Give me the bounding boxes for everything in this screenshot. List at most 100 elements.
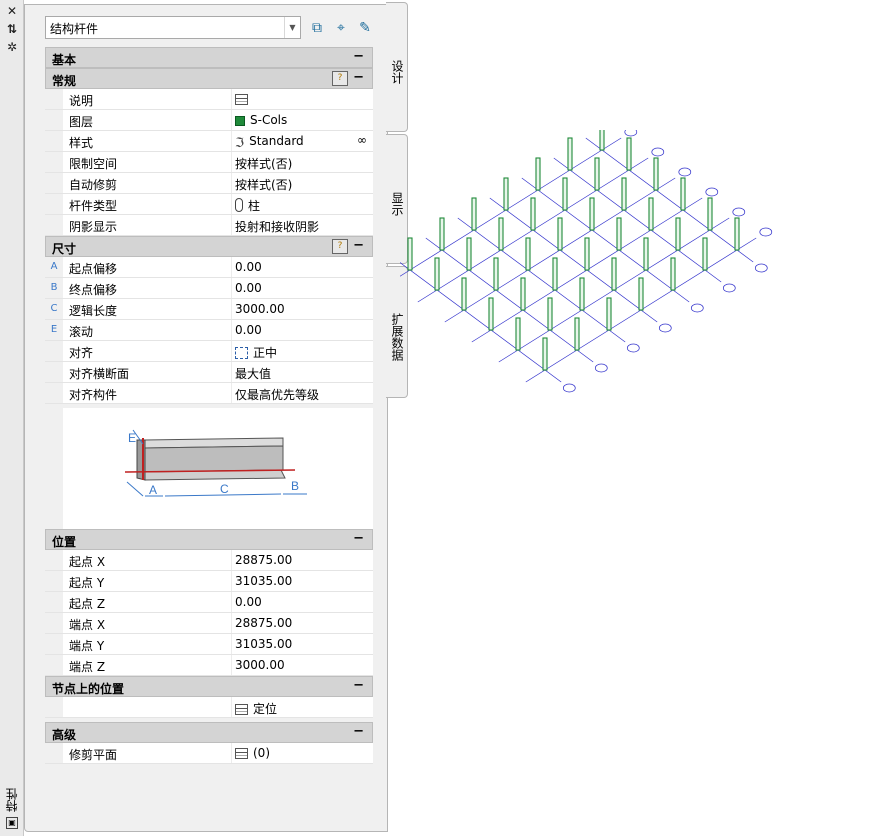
collapse-icon[interactable]: − xyxy=(353,724,364,739)
gear-icon[interactable]: ✲ xyxy=(5,40,19,54)
structural-column[interactable] xyxy=(466,237,472,271)
structural-column[interactable] xyxy=(515,317,521,351)
structural-column[interactable] xyxy=(675,217,681,251)
prop-end-y[interactable]: 端点 Y 31035.00 xyxy=(45,634,373,655)
tab-design[interactable]: 设计 xyxy=(386,2,408,132)
quick-select-icon[interactable]: ⧉ xyxy=(307,18,327,38)
structural-column[interactable] xyxy=(638,277,644,311)
chevron-down-icon[interactable]: ▼ xyxy=(284,17,300,38)
structural-column[interactable] xyxy=(616,217,622,251)
prop-justify-section[interactable]: 对齐横断面 最大值 xyxy=(45,362,373,383)
prop-trim-planes[interactable]: 修剪平面 (0) xyxy=(45,743,373,764)
structural-column[interactable] xyxy=(594,157,600,191)
model-viewport[interactable] xyxy=(400,130,882,460)
prop-shadow-display[interactable]: 阴影显示 投射和接收阴影 xyxy=(45,215,373,236)
structural-column[interactable] xyxy=(702,237,708,271)
structural-column[interactable] xyxy=(648,197,654,231)
structural-column[interactable] xyxy=(439,217,445,251)
toggle-pickadd-icon[interactable]: ✎ xyxy=(355,18,375,38)
structural-column[interactable] xyxy=(621,177,627,211)
structural-column[interactable] xyxy=(653,157,659,191)
section-dimensions[interactable]: 尺寸 ? − xyxy=(45,236,373,257)
structural-column[interactable] xyxy=(584,237,590,271)
structural-column[interactable] xyxy=(434,257,440,291)
collapse-icon[interactable]: − xyxy=(353,678,364,693)
structural-column[interactable] xyxy=(611,257,617,291)
structural-column[interactable] xyxy=(670,257,676,291)
structural-column[interactable] xyxy=(557,217,563,251)
prop-value: 31035.00 xyxy=(235,574,293,588)
structural-column[interactable] xyxy=(707,197,713,231)
prop-value: 3000.00 xyxy=(235,658,285,672)
structural-column[interactable] xyxy=(503,177,509,211)
prop-label: 限制空间 xyxy=(69,157,118,171)
table-icon[interactable] xyxy=(235,94,248,105)
structural-column[interactable] xyxy=(574,317,580,351)
structural-column[interactable] xyxy=(643,237,649,271)
section-advanced[interactable]: 高级 − xyxy=(45,722,373,743)
structural-column[interactable] xyxy=(498,217,504,251)
prop-justify[interactable]: 对齐 正中 xyxy=(45,341,373,362)
table-icon[interactable] xyxy=(235,748,248,759)
structural-column[interactable] xyxy=(579,277,585,311)
prop-node-anchor[interactable]: 定位 xyxy=(45,697,373,718)
collapse-icon[interactable]: − xyxy=(353,238,364,253)
structural-column[interactable] xyxy=(461,277,467,311)
structural-column[interactable] xyxy=(471,197,477,231)
structural-column[interactable] xyxy=(535,157,541,191)
prop-start-x[interactable]: 起点 X 28875.00 xyxy=(45,550,373,571)
prop-layer[interactable]: 图层 S-Cols xyxy=(45,110,373,131)
structural-column[interactable] xyxy=(547,297,553,331)
prop-member-type[interactable]: 杆件类型 柱 xyxy=(45,194,373,215)
prop-style[interactable]: 样式 ℑ Standard ∞ xyxy=(45,131,373,152)
prop-end-offset[interactable]: B 终点偏移 0.00 xyxy=(45,278,373,299)
close-icon[interactable]: ✕ xyxy=(5,4,19,18)
structural-column[interactable] xyxy=(488,297,494,331)
section-node-location[interactable]: 节点上的位置 − xyxy=(45,676,373,697)
structural-column[interactable] xyxy=(626,137,632,171)
prop-start-offset[interactable]: A 起点偏移 0.00 xyxy=(45,257,373,278)
structural-column[interactable] xyxy=(734,217,740,251)
prop-roll[interactable]: E 滚动 0.00 xyxy=(45,320,373,341)
prop-logical-length[interactable]: C 逻辑长度 3000.00 xyxy=(45,299,373,320)
prop-auto-trim[interactable]: 自动修剪 按样式(否) xyxy=(45,173,373,194)
binoculars-icon[interactable]: ∞ xyxy=(357,133,367,147)
dim-label-e: E xyxy=(128,431,136,445)
prop-start-z[interactable]: 起点 Z 0.00 xyxy=(45,592,373,613)
quick-properties-icon[interactable]: ? xyxy=(332,71,348,86)
prop-bound-spaces[interactable]: 限制空间 按样式(否) xyxy=(45,152,373,173)
palette-menu-icon[interactable]: ▣ xyxy=(6,817,18,829)
structural-column[interactable] xyxy=(562,177,568,211)
prop-label: 修剪平面 xyxy=(69,748,118,762)
prop-end-z[interactable]: 端点 Z 3000.00 xyxy=(45,655,373,676)
structural-column[interactable] xyxy=(525,237,531,271)
section-basic[interactable]: 基本 − xyxy=(45,47,373,68)
section-general[interactable]: 常规 ? − xyxy=(45,68,373,89)
table-icon[interactable] xyxy=(235,704,248,715)
select-objects-icon[interactable]: ⌖ xyxy=(331,18,351,38)
structural-column[interactable] xyxy=(589,197,595,231)
prop-end-x[interactable]: 端点 X 28875.00 xyxy=(45,613,373,634)
structural-column[interactable] xyxy=(520,277,526,311)
structural-column[interactable] xyxy=(530,197,536,231)
structural-column[interactable] xyxy=(542,337,548,371)
structural-column[interactable] xyxy=(567,137,573,171)
structural-column[interactable] xyxy=(407,237,413,271)
collapse-icon[interactable]: − xyxy=(353,531,364,546)
structural-column[interactable] xyxy=(606,297,612,331)
prop-justify-components[interactable]: 对齐构件 仅最高优先等级 xyxy=(45,383,373,404)
structural-column[interactable] xyxy=(599,130,605,151)
prop-label: 对齐构件 xyxy=(69,388,118,402)
prop-label: 对齐横断面 xyxy=(69,367,130,381)
prop-description[interactable]: 说明 xyxy=(45,89,373,110)
prop-start-y[interactable]: 起点 Y 31035.00 xyxy=(45,571,373,592)
structural-column[interactable] xyxy=(552,257,558,291)
object-type-select[interactable]: 结构杆件 ▼ xyxy=(45,16,301,39)
collapse-icon[interactable]: − xyxy=(353,49,364,64)
structural-column[interactable] xyxy=(493,257,499,291)
structural-column[interactable] xyxy=(680,177,686,211)
section-location[interactable]: 位置 − xyxy=(45,529,373,550)
autohide-icon[interactable]: ⇅ xyxy=(5,22,19,36)
collapse-icon[interactable]: − xyxy=(353,70,364,85)
quick-properties-icon[interactable]: ? xyxy=(332,239,348,254)
